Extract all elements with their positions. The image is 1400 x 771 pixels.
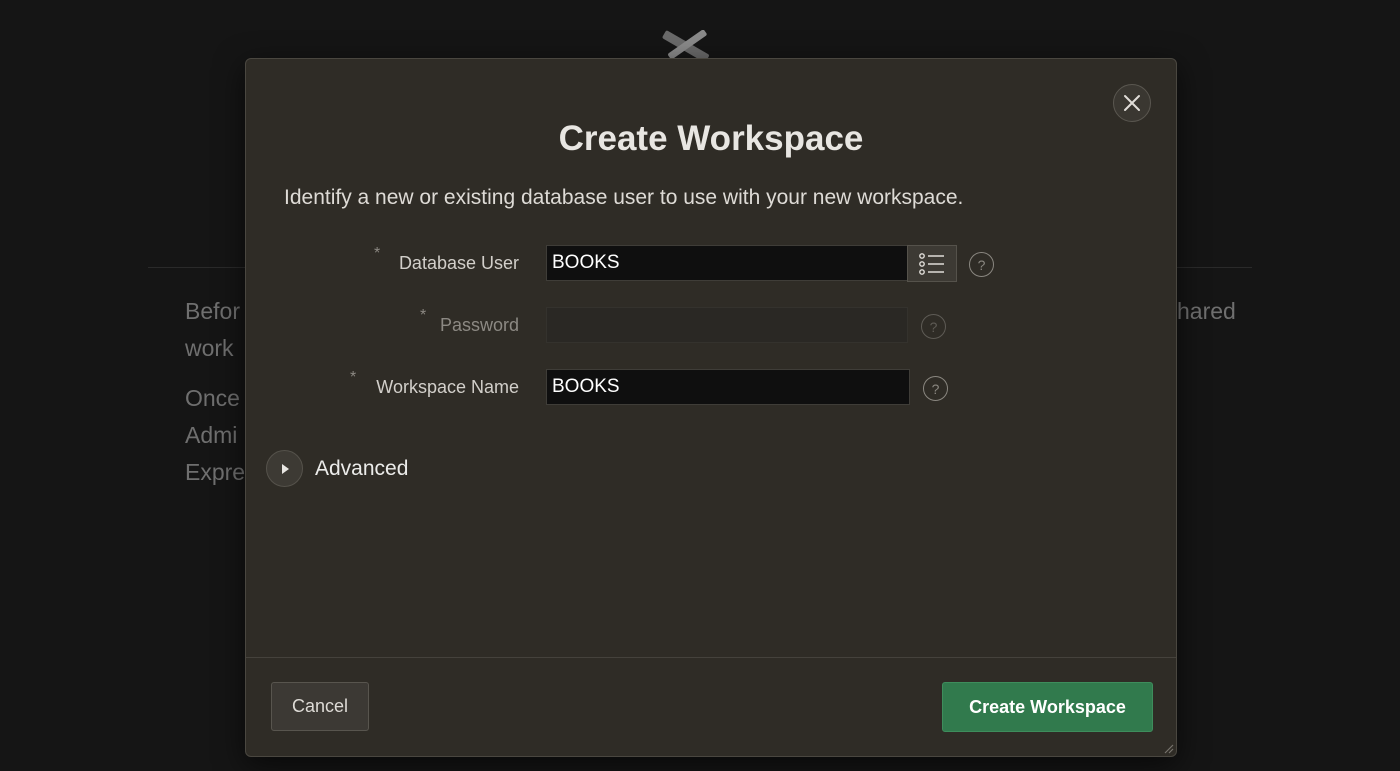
cancel-button[interactable]: Cancel	[271, 682, 369, 731]
password-help-icon[interactable]: ?	[921, 314, 946, 339]
required-marker: *	[420, 307, 427, 324]
database-user-list-button[interactable]	[907, 245, 957, 282]
advanced-toggle-button[interactable]	[266, 450, 303, 487]
advanced-label[interactable]: Advanced	[315, 457, 408, 481]
database-user-help-icon[interactable]: ?	[969, 252, 994, 277]
resize-grip-icon[interactable]	[1162, 742, 1174, 754]
workspace-name-label: Workspace Name	[376, 377, 519, 397]
password-input[interactable]	[546, 307, 908, 343]
background-text: Once	[185, 385, 240, 411]
dialog-title: Create Workspace	[558, 119, 864, 158]
background-text: hared	[1177, 298, 1236, 324]
required-marker: *	[374, 245, 381, 262]
background-text: Befor	[185, 298, 240, 324]
workspace-name-input[interactable]: BOOKS	[546, 369, 910, 405]
background-text: Expre	[185, 459, 246, 485]
close-button[interactable]	[1113, 84, 1151, 122]
create-workspace-dialog: Create Workspace Identify a new or exist…	[245, 58, 1177, 757]
play-triangle-icon	[281, 463, 289, 474]
create-workspace-button[interactable]: Create Workspace	[942, 682, 1153, 732]
database-user-label: Database User	[398, 253, 519, 273]
footer-divider	[246, 657, 1176, 658]
background-text: work	[185, 335, 234, 361]
workspace-name-help-icon[interactable]: ?	[923, 376, 948, 401]
close-icon	[1124, 95, 1140, 111]
dialog-intro-text: Identify a new or existing database user…	[284, 186, 964, 209]
list-icon	[919, 252, 944, 275]
background-text: Admi	[185, 422, 238, 448]
database-user-input[interactable]: BOOKS	[546, 245, 908, 281]
required-marker: *	[350, 369, 357, 386]
password-label: Password	[439, 315, 519, 335]
